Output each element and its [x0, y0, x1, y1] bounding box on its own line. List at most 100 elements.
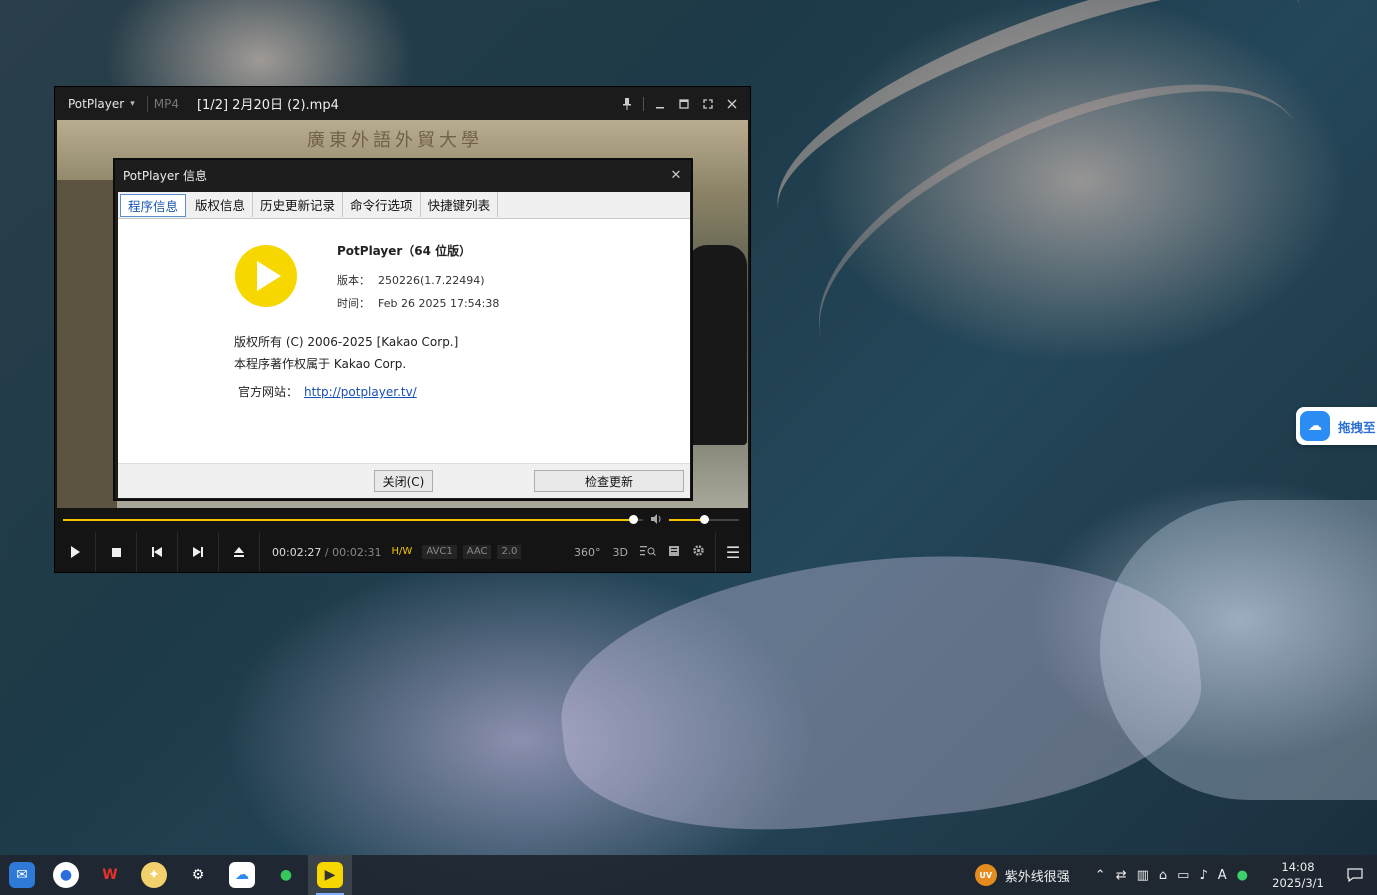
settings-gear-icon[interactable] — [692, 544, 705, 560]
website-row: 官方网站： http://potplayer.tv/ — [238, 383, 417, 400]
stop-button[interactable] — [96, 532, 137, 572]
previous-button[interactable] — [137, 532, 178, 572]
copyright-line-2: 本程序著作权属于 Kakao Corp. — [234, 357, 407, 371]
skip-back-icon — [152, 547, 162, 557]
green-app-icon[interactable]: ● — [1237, 868, 1248, 883]
tab-shortcuts[interactable]: 快捷键列表 — [420, 192, 499, 217]
cloud-share-icon: ☁ — [1300, 411, 1330, 441]
taskbar-wps[interactable]: W — [88, 855, 132, 895]
divider — [643, 96, 644, 111]
time-display: 00:02:27 / 00:02:31 — [272, 546, 382, 559]
taskbar-mail[interactable]: ✉ — [0, 855, 44, 895]
stop-icon — [111, 547, 121, 557]
dialog-body: 程序信息 版权信息 历史更新记录 命令行选项 快捷键列表 PotPlayer（6… — [118, 192, 690, 498]
network-icon[interactable]: ▭ — [1177, 868, 1189, 883]
tab-update-history[interactable]: 历史更新记录 — [253, 192, 344, 217]
control-bar: 00:02:27 / 00:02:31 H/W AVC1 AAC 2.0 360… — [55, 532, 750, 572]
audio-meter-icon[interactable]: ▥ — [1137, 868, 1149, 883]
website-link[interactable]: http://potplayer.tv/ — [304, 385, 417, 399]
volume-level — [669, 519, 704, 521]
window-controls — [617, 94, 750, 114]
seek-progress — [63, 519, 633, 521]
about-dialog: PotPlayer 信息 ✕ 程序信息 版权信息 历史更新记录 命令行选项 快捷… — [113, 158, 693, 501]
vr-360-icon[interactable]: 360° — [574, 546, 601, 559]
clock-time: 14:08 — [1281, 860, 1315, 874]
dialog-title[interactable]: PotPlayer 信息 — [115, 160, 691, 190]
seek-track[interactable] — [63, 515, 643, 524]
chapter-icon[interactable] — [668, 545, 680, 560]
chevron-down-icon: ▾ — [130, 98, 135, 109]
hamburger-menu-icon[interactable]: ☰ — [715, 532, 750, 572]
clock-date: 2025/3/1 — [1272, 876, 1324, 890]
taskbar-cloud-drive[interactable]: ☁ — [220, 855, 264, 895]
time-value: Feb 26 2025 17:54:38 — [378, 297, 500, 310]
system-tray: UV 紫外线很强 ⌃ ⇄ ▥ ⌂ ▭ ♪ A ● 14:08 2025/3/1 — [974, 859, 1377, 891]
seek-bar[interactable] — [55, 510, 750, 530]
close-button[interactable]: 关闭(C) — [374, 470, 433, 492]
copyright-line-1: 版权所有 (C) 2006-2025 [Kakao Corp.] — [234, 335, 459, 349]
taskbar-settings[interactable]: ⚙ — [176, 855, 220, 895]
browser-icon: ● — [53, 862, 79, 888]
play-triangle-icon — [257, 261, 281, 291]
gear-icon: ⚙ — [191, 867, 205, 883]
taskbar: ✉ ● W ✦ ⚙ ☁ ● ▶ UV 紫外线很强 ⌃ ⇄ ▥ ⌂ ▭ ♪ A ●… — [0, 855, 1377, 895]
time-label: 时间： — [337, 297, 370, 310]
chevron-up-icon[interactable]: ⌃ — [1095, 868, 1106, 883]
video-scene-person — [687, 245, 747, 445]
tab-program-info[interactable]: 程序信息 — [120, 194, 187, 217]
wallpaper-dress-shape — [548, 527, 1212, 853]
dialog-footer: 关闭(C) 检查更新 — [118, 463, 690, 498]
notification-icon[interactable] — [1333, 868, 1377, 882]
product-name: PotPlayer（64 位版） — [337, 244, 472, 258]
minimize-icon[interactable] — [650, 94, 670, 114]
check-update-button[interactable]: 检查更新 — [534, 470, 684, 492]
clock[interactable]: 14:08 2025/3/1 — [1263, 859, 1333, 891]
sync-icon[interactable]: ⇄ — [1116, 868, 1127, 883]
drag-to-widget[interactable]: ☁ 拖拽至 — [1296, 407, 1377, 445]
audio-codec-badge[interactable]: AAC — [462, 545, 492, 559]
taskbar-app-light[interactable]: ✦ — [132, 855, 176, 895]
taskbar-potplayer[interactable]: ▶ — [308, 855, 352, 895]
dialog-close-icon[interactable]: ✕ — [667, 166, 685, 184]
playlist-search-icon[interactable] — [640, 545, 656, 560]
volume-slider[interactable] — [669, 515, 739, 524]
next-button[interactable] — [178, 532, 219, 572]
audio-channel-badge[interactable]: 2.0 — [497, 545, 522, 559]
bulb-icon: ✦ — [141, 862, 167, 888]
build-time-row: 时间： Feb 26 2025 17:54:38 — [337, 295, 499, 311]
input-method-icon[interactable]: A — [1218, 868, 1227, 883]
close-icon[interactable] — [722, 94, 742, 114]
speaker-icon[interactable]: ♪ — [1199, 868, 1207, 883]
wechat-icon: ● — [279, 867, 293, 883]
uv-weather-icon[interactable]: UV — [974, 864, 997, 886]
pin-icon[interactable] — [617, 94, 637, 114]
battery-icon[interactable]: ⌂ — [1159, 868, 1167, 883]
app-menu-button[interactable]: PotPlayer ▾ — [55, 97, 143, 111]
dialog-tabs: 程序信息 版权信息 历史更新记录 命令行选项 快捷键列表 — [118, 192, 690, 219]
player-titlebar[interactable]: PotPlayer ▾ MP4 [1/2] 2月20日 (2).mp4 — [55, 87, 750, 120]
cloud-drive-icon: ☁ — [229, 862, 255, 888]
website-label: 官方网站： — [238, 385, 299, 399]
play-button[interactable] — [55, 532, 96, 572]
taskbar-browser[interactable]: ● — [44, 855, 88, 895]
tab-copyright-info[interactable]: 版权信息 — [188, 192, 254, 217]
wallpaper-hair-stroke — [746, 0, 1334, 281]
play-icon — [71, 546, 80, 558]
volume-handle[interactable] — [700, 515, 709, 524]
video-codec-badge[interactable]: AVC1 — [422, 545, 457, 559]
hw-decode-badge[interactable]: H/W — [388, 545, 417, 559]
tab-command-line[interactable]: 命令行选项 — [343, 192, 421, 217]
fullscreen-icon[interactable] — [698, 94, 718, 114]
maximize-icon[interactable] — [674, 94, 694, 114]
uv-status-text[interactable]: 紫外线很强 — [1005, 866, 1070, 885]
3d-icon[interactable]: 3D — [613, 546, 628, 559]
eject-button[interactable] — [219, 532, 260, 572]
right-controls: 360° 3D — [574, 544, 715, 560]
divider — [146, 95, 148, 112]
file-format: MP4 — [153, 96, 179, 111]
video-banner-text: 廣東外語外貿大學 — [307, 130, 483, 151]
taskbar-wechat[interactable]: ● — [264, 855, 308, 895]
volume-icon[interactable] — [651, 513, 663, 527]
seek-handle[interactable] — [628, 515, 638, 524]
version-row: 版本： 250226(1.7.22494) — [337, 272, 485, 288]
